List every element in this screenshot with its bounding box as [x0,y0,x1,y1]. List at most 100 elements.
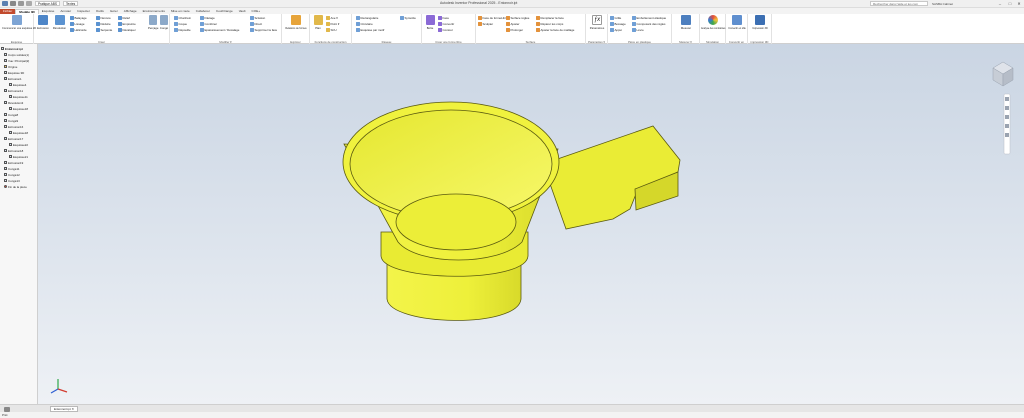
revolution-button[interactable]: Révolution [51,15,68,30]
plan-button[interactable]: Plan [312,15,324,30]
emboitement-button[interactable]: Emboîtement élastique [632,16,666,20]
tree-item[interactable]: Extrusion18 [4,148,23,154]
prolonger-button[interactable]: Prolonger [506,28,523,32]
tree-item[interactable]: Origine [4,64,17,70]
relations-formes-button[interactable]: Relations de formes [284,15,308,30]
nervure-button[interactable]: Nervure [96,16,111,20]
tree-item[interactable]: Congé9 [4,118,18,124]
full-navigation-wheel-icon[interactable] [1005,97,1009,101]
supprimer-face-button[interactable]: Supprimer la face [250,28,277,32]
tree-item[interactable]: Révolution3 [4,100,23,106]
convertir-fl-button[interactable]: Convertir [438,22,454,26]
look-at-icon[interactable] [1005,133,1009,137]
rectangulaire-button[interactable]: Rectangulaire [356,16,378,20]
ajuster-button[interactable]: Ajuster [506,22,520,26]
tree-item[interactable]: Congé8 [4,112,18,118]
pan-icon[interactable] [1005,106,1009,110]
epaississement-button[interactable]: Epaississement / Décalage [200,28,239,32]
undo-icon[interactable] [26,1,32,6]
save-icon[interactable] [18,1,24,6]
tree-item[interactable]: Extrusion17 [4,136,23,142]
minimize-button[interactable]: – [996,1,1004,7]
tree-item[interactable]: Esquisse18 [9,106,28,112]
tree-item[interactable]: Esquisse4 [9,82,26,88]
tree-item[interactable]: Congé13 [4,178,20,184]
tree-root[interactable]: Entonnoir.ipt [1,46,23,52]
tree-item[interactable]: Esquisse11 [9,94,28,100]
funnel-part[interactable] [342,101,681,321]
ajuster-maillage-button[interactable]: Ajuster la face de maillage [536,28,574,32]
navigation-bar[interactable] [1003,93,1011,155]
convertir-tole-button[interactable]: Convertir en tôle [727,15,747,30]
extrusion-button[interactable]: Extrusion [35,15,51,30]
tree-item[interactable]: Esquisse21 [9,154,28,160]
scission-button[interactable]: Scission [250,16,265,20]
3d-viewport[interactable] [38,44,1024,404]
conge-button[interactable]: Congé [159,15,169,30]
tree-item[interactable]: Corps solides(1) [4,52,29,58]
model-canvas[interactable] [38,44,1024,404]
lissage-button[interactable]: Lissage [70,22,84,26]
view-cube[interactable] [992,61,1014,87]
analyse-contraintes-button[interactable]: Analyse des contraintes [701,15,725,30]
tree-item[interactable]: Esquisse22 [9,142,28,148]
zoom-icon[interactable] [1005,115,1009,119]
sculpter-button[interactable]: Sculpter [478,22,493,26]
tree-item[interactable]: Congé11 [4,166,20,172]
tree-item[interactable]: Congé12 [4,172,20,178]
depouille-button[interactable]: Dépouille [174,28,191,32]
relief-button[interactable]: Relief [118,16,130,20]
mesurer-button[interactable]: Mesurer [674,15,698,30]
new-file-icon[interactable] [10,1,16,6]
point-button[interactable]: Point ▾ [326,22,339,26]
contour-button[interactable]: Contour [438,28,453,32]
levre-button[interactable]: Lèvre [632,28,644,32]
tree-item[interactable]: Extrusion16 [4,124,23,130]
tree-item[interactable]: Esquisse 3D [4,70,24,76]
close-window-button[interactable]: ✕ [1015,1,1023,7]
tree-item[interactable]: Extrusion19 [4,160,23,166]
empreinte-button[interactable]: Empreinte [118,22,136,26]
tree-item[interactable]: Extrusion1 [4,76,22,82]
parametres-button[interactable]: ƒx Paramètres [588,15,606,30]
composant-regles-button[interactable]: Composant des règles [632,22,665,26]
coque-button[interactable]: Coque [174,22,187,26]
axe-button[interactable]: Axe ▾ [326,16,338,20]
face-fl-button[interactable]: Face [438,16,449,20]
tree-item[interactable]: Vue: Principal(2) [4,58,29,64]
appui-button[interactable]: Appui [610,28,622,32]
serpente-button[interactable]: Serpente [96,28,112,32]
balayage-button[interactable]: Balayage [70,16,87,20]
direct-button[interactable]: Direct [250,22,262,26]
scu-button[interactable]: SCU [326,28,337,32]
chanfrein-button[interactable]: Chanfrein [174,16,191,20]
surface-reglee-button[interactable]: Surface réglée [506,16,529,20]
orbit-icon[interactable] [1005,124,1009,128]
filetage-button[interactable]: Filetage [200,16,215,20]
boite-button[interactable]: Boîte [424,15,436,30]
circulaire-button[interactable]: Circulaire [356,22,373,26]
decalquer-button[interactable]: Décalquer [118,28,136,32]
start-sketch-button[interactable]: Commencer une esquisse 2D [2,15,36,30]
remplacer-face-button[interactable]: Remplacer la face [536,16,564,20]
bossage-button[interactable]: Bossage [610,22,626,26]
maximize-button[interactable]: □ [1006,1,1014,7]
helicoide-button[interactable]: Hélicoïde [70,28,87,32]
reparer-corps-button[interactable]: Réparer les corps [536,22,563,26]
inventor-logo-icon[interactable] [2,1,8,6]
grille-button[interactable]: Grille [610,16,621,20]
tree-item[interactable]: Extrusion11 [4,88,23,94]
appearance-dropdown[interactable]: Textes [62,1,79,6]
combiner-button[interactable]: Combiner [200,22,217,26]
percage-button[interactable]: Perçage [148,15,158,30]
tree-item[interactable]: Esquisse18 [9,130,28,136]
face-formelibre-button[interactable]: Face de formeLibre [478,16,508,20]
help-search-input[interactable]: Rechercher dans l'aide et les com [870,1,928,6]
deduire-button[interactable]: Déduire [96,22,111,26]
tree-item[interactable]: Fin de la pièce [4,184,27,190]
symetrie-button[interactable]: Symétrie [400,16,416,20]
esquisse-motif-button[interactable]: Esquisse par motif [356,28,384,32]
material-dropdown[interactable]: Pratique ABS [35,1,60,6]
impression-3d-button[interactable]: Impression 3D [749,15,771,30]
user-account[interactable]: SASBA Cabinet [932,2,953,6]
